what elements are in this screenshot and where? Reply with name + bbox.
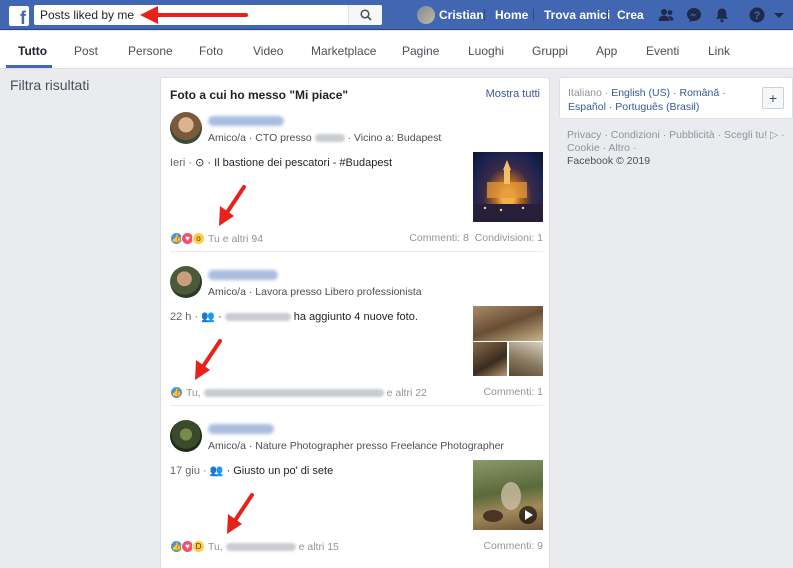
language-link[interactable]: English (US) · xyxy=(611,87,676,99)
wow-reaction-icon: o xyxy=(192,232,205,245)
haha-reaction-icon: D xyxy=(192,540,205,553)
notifications-bell-icon[interactable] xyxy=(713,6,731,24)
post-photo-grid-thumbnail[interactable] xyxy=(473,306,543,376)
filter-results-title: Filtra risultati xyxy=(10,77,90,93)
result-post: Amico/a · CTO presso · Vicino a: Budapes… xyxy=(170,112,543,252)
post-text: 17 giu · 👥 · Giusto un po' di sete xyxy=(170,465,334,477)
divider xyxy=(170,405,543,406)
dog-photo xyxy=(509,342,543,376)
svg-text:?: ? xyxy=(754,10,761,22)
language-list: Italiano · English (US) · Română · Españ… xyxy=(568,86,758,114)
post-stats: Commenti: 8 Condivisioni: 1 xyxy=(409,232,543,244)
top-bar: f Cristian Home Trova amici Crea ? xyxy=(0,0,793,30)
post-photo-thumbnail[interactable] xyxy=(473,152,543,222)
red-arrow-annotation-icon xyxy=(219,185,246,226)
nav-divider xyxy=(607,9,608,21)
nav-divider xyxy=(533,9,534,21)
video-preview xyxy=(483,482,537,524)
active-tab-indicator xyxy=(6,65,52,68)
like-reaction-icon: 👍 xyxy=(170,386,183,399)
footer-links[interactable]: Privacy · Condizioni · Pubblicità · Sceg… xyxy=(567,129,787,155)
tab-marketplace[interactable]: Marketplace xyxy=(311,44,376,58)
author-name-blurred[interactable] xyxy=(208,116,284,126)
language-link[interactable]: Português (Brasil) xyxy=(615,101,699,113)
card-title: Foto a cui ho messo "Mi piace" xyxy=(170,88,349,102)
reactor-names-blurred[interactable] xyxy=(225,542,296,551)
user-name: Cristian xyxy=(439,8,484,22)
tab-gruppi[interactable]: Gruppi xyxy=(532,44,568,58)
post-stats: Commenti: 1 xyxy=(483,386,543,398)
red-arrow-annotation-icon xyxy=(195,339,222,380)
messenger-icon[interactable] xyxy=(685,6,703,24)
tab-persone[interactable]: Persone xyxy=(128,44,173,58)
author-name-blurred[interactable] xyxy=(208,270,278,280)
result-post: Amico/a · Lavora presso Libero professio… xyxy=(170,266,543,406)
liked-photos-card: Foto a cui ho messo "Mi piace" Mostra tu… xyxy=(160,77,550,568)
dog-photo xyxy=(473,306,543,341)
nav-profile-link[interactable]: Cristian xyxy=(417,6,484,24)
page-footer: Privacy · Condizioni · Pubblicità · Sceg… xyxy=(567,129,787,168)
search-icon xyxy=(360,9,372,21)
language-link[interactable]: Español · xyxy=(568,101,612,113)
language-link[interactable]: Română · xyxy=(679,87,725,99)
dog-photo xyxy=(473,342,507,376)
post-video-thumbnail[interactable] xyxy=(473,460,543,530)
current-language: Italiano · xyxy=(568,87,609,99)
tab-eventi[interactable]: Eventi xyxy=(646,44,679,58)
result-post: Amico/a · Nature Photographer presso Fre… xyxy=(170,420,543,560)
divider xyxy=(170,251,543,252)
post-meta: Amico/a · CTO presso · Vicino a: Budapes… xyxy=(208,132,442,144)
reactions-text[interactable]: Tu e altri 94 xyxy=(208,233,263,245)
shares-count[interactable]: Condivisioni: 1 xyxy=(475,232,543,244)
account-menu-chevron-down-icon[interactable] xyxy=(770,6,788,24)
avatar[interactable] xyxy=(170,112,202,144)
comments-count[interactable]: Commenti: 1 xyxy=(483,386,543,398)
reactions-summary[interactable]: 👍 ♥ o Tu e altri 94 xyxy=(170,232,263,245)
nav-divider xyxy=(484,9,485,21)
avatar[interactable] xyxy=(170,420,202,452)
reactor-names-blurred[interactable] xyxy=(203,388,384,397)
help-icon[interactable]: ? xyxy=(748,6,766,24)
post-meta: Amico/a · Nature Photographer presso Fre… xyxy=(208,440,504,452)
copyright: Facebook © 2019 xyxy=(567,155,651,167)
red-arrow-annotation-icon xyxy=(227,493,254,534)
language-selector-card: Italiano · English (US) · Română · Españ… xyxy=(559,77,793,119)
tab-post[interactable]: Post xyxy=(74,44,98,58)
comments-count[interactable]: Commenti: 8 xyxy=(409,232,469,244)
reactions-summary[interactable]: 👍 Tu, e altri 22 xyxy=(170,386,427,399)
author-name-blurred[interactable] xyxy=(208,424,274,434)
avatar xyxy=(417,6,435,24)
avatar[interactable] xyxy=(170,266,202,298)
show-all-link[interactable]: Mostra tutti xyxy=(486,88,540,100)
more-languages-button[interactable]: + xyxy=(762,87,784,109)
nav-home-link[interactable]: Home xyxy=(495,8,528,22)
red-arrow-annotation-icon xyxy=(140,6,248,24)
map-pin-icon: ⊙ xyxy=(195,157,205,169)
tab-link[interactable]: Link xyxy=(708,44,730,58)
tab-foto[interactable]: Foto xyxy=(199,44,223,58)
friends-audience-icon: 👥 xyxy=(201,311,215,323)
tab-tutto[interactable]: Tutto xyxy=(18,44,47,58)
facebook-logo-icon[interactable]: f xyxy=(9,6,29,26)
reactions-summary[interactable]: 👍 ♥ D Tu, e altri 15 xyxy=(170,540,339,553)
tab-video[interactable]: Video xyxy=(253,44,283,58)
comments-count[interactable]: Commenti: 9 xyxy=(483,540,543,552)
post-text: 22 h · 👥 · ha aggiunto 4 nuove foto. xyxy=(170,311,418,323)
budapest-night-photo xyxy=(473,160,543,222)
friends-audience-icon: 👥 xyxy=(209,465,224,477)
friend-requests-icon[interactable] xyxy=(657,6,675,24)
post-meta: Amico/a · Lavora presso Libero professio… xyxy=(208,286,422,298)
tab-luoghi[interactable]: Luoghi xyxy=(468,44,504,58)
search-filter-tabs: Tutto Post Persone Foto Video Marketplac… xyxy=(0,31,793,69)
nav-find-friends-link[interactable]: Trova amici xyxy=(544,8,610,22)
tab-pagine[interactable]: Pagine xyxy=(402,44,439,58)
tab-app[interactable]: App xyxy=(596,44,617,58)
post-text: Ieri · ⊙ · Il bastione dei pescatori - #… xyxy=(170,157,393,169)
nav-create-link[interactable]: Crea xyxy=(617,8,644,22)
search-button[interactable] xyxy=(348,5,382,25)
post-stats: Commenti: 9 xyxy=(483,540,543,552)
